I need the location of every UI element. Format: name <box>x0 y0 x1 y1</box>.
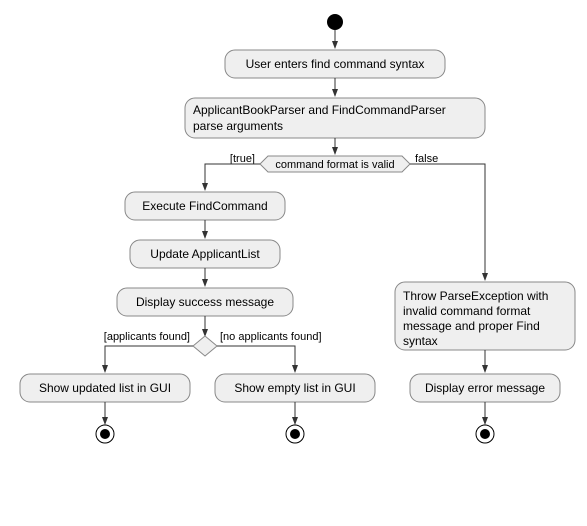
branch-notfound-label: [no applicants found] <box>220 331 322 343</box>
edge <box>205 164 260 190</box>
node-update-label: Update ApplicantList <box>150 247 260 261</box>
edge <box>410 164 485 280</box>
node-throw-l2: invalid command format <box>403 304 531 318</box>
edge <box>105 346 193 372</box>
branch-true-label: [true] <box>230 153 255 165</box>
node-success-label: Display success message <box>136 295 274 309</box>
node-showlist-label: Show updated list in GUI <box>39 381 171 395</box>
node-execute-label: Execute FindCommand <box>142 199 267 213</box>
node-throw-l3: message and proper Find <box>403 319 540 333</box>
branch-found-label: [applicants found] <box>104 331 190 343</box>
node-parse-l2: parse arguments <box>193 119 283 133</box>
edge <box>217 346 295 372</box>
decision-valid-label: command format is valid <box>275 159 394 171</box>
node-error-label: Display error message <box>425 381 545 395</box>
start-node <box>327 14 343 30</box>
node-throw-l4: syntax <box>403 334 438 348</box>
node-throw-l1: Throw ParseException with <box>403 289 548 303</box>
decision-found <box>193 336 217 356</box>
node-showempty-label: Show empty list in GUI <box>234 381 355 395</box>
branch-false-label: false <box>415 153 438 165</box>
node-enter-label: User enters find command syntax <box>246 57 425 71</box>
activity-diagram: User enters find command syntax Applican… <box>10 10 577 516</box>
node-parse-l1: ApplicantBookParser and FindCommandParse… <box>193 103 446 117</box>
